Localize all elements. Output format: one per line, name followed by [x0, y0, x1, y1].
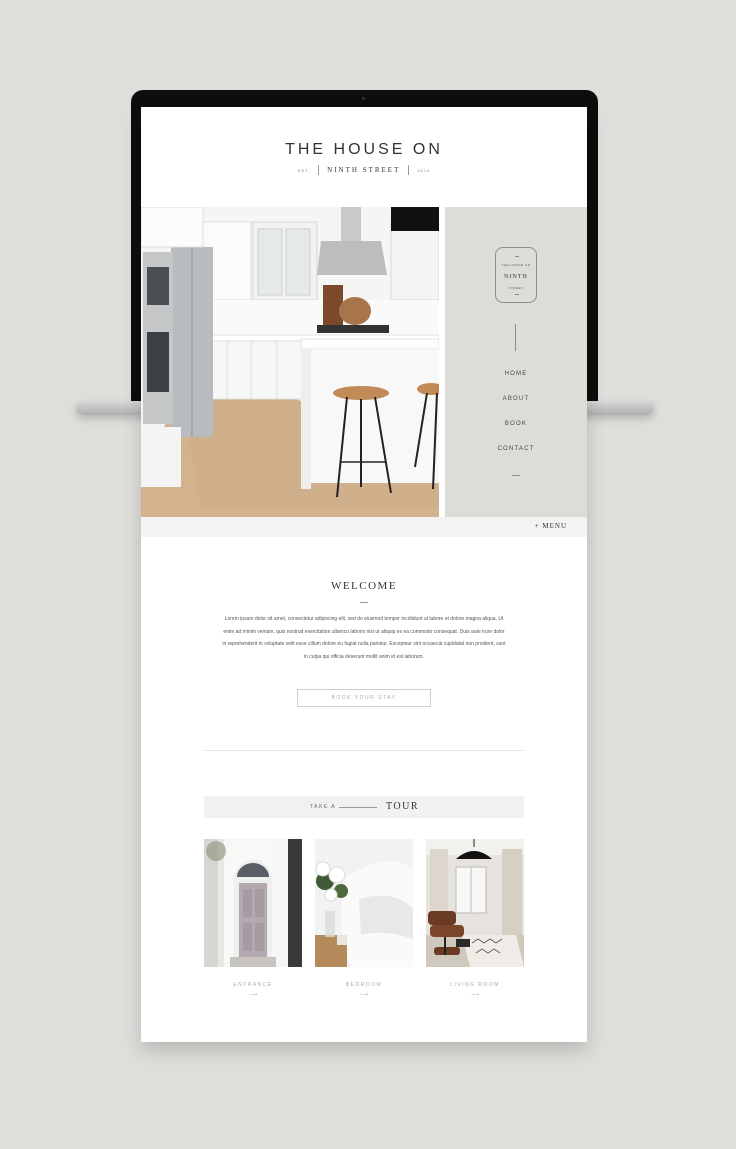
website-page: THE HOUSE ON EST. NINTH STREET 2014 THE …: [141, 107, 587, 1042]
welcome-heading: WELCOME: [330, 580, 398, 592]
living-room-image[interactable]: [426, 839, 524, 967]
tour-header-bar: TAKE A TOUR: [204, 796, 524, 818]
logo-badge[interactable]: THE HOUSE ON NINTH STREET: [495, 247, 537, 303]
divider: [318, 165, 320, 175]
badge-dash: [515, 256, 519, 257]
tour-card-bedroom[interactable]: BEDROOM ⟶: [315, 839, 413, 999]
welcome-body-text: Lorem ipsum dolor sit amet, consectetur …: [222, 616, 506, 660]
badge-top-text: THE HOUSE ON: [501, 263, 531, 267]
site-title[interactable]: THE HOUSE ON: [141, 141, 587, 159]
badge-bottom-text: STREET: [508, 286, 524, 290]
nav-item-book[interactable]: BOOK: [445, 421, 587, 427]
tour-title: TOUR: [386, 801, 420, 812]
arrow-right-icon: ⟶: [470, 992, 480, 998]
divider: [408, 165, 410, 175]
bedroom-image[interactable]: [315, 839, 413, 967]
section-divider: [204, 750, 524, 751]
vertical-divider: [515, 324, 516, 351]
card-label-entrance: ENTRANCE: [233, 982, 273, 988]
laptop-camera: [362, 97, 365, 100]
panel-dash: [512, 475, 520, 476]
badge-dash: [515, 294, 519, 295]
book-your-stay-button[interactable]: BOOK YOUR STAY: [297, 689, 431, 707]
est-year: 2014: [417, 167, 431, 173]
menu-toggle-button[interactable]: + MENU: [535, 522, 567, 530]
card-label-bedroom: BEDROOM: [345, 982, 383, 988]
nav-item-home[interactable]: HOME: [445, 371, 587, 377]
tour-card-entrance[interactable]: ENTRANCE ⟶: [204, 839, 302, 999]
est-label: EST.: [297, 167, 311, 173]
tour-card-living-room[interactable]: LIVING ROOM ⟶: [426, 839, 524, 999]
nav-item-about[interactable]: ABOUT: [445, 396, 587, 402]
arrow-right-icon: ⟶: [359, 992, 369, 998]
tour-prefix: TAKE A: [310, 804, 337, 810]
entrance-image[interactable]: [204, 839, 302, 967]
hero-kitchen-image: [141, 207, 439, 517]
side-navigation-panel: THE HOUSE ON NINTH STREET HOME ABOUT BOO…: [445, 207, 587, 517]
nav-item-contact[interactable]: CONTACT: [445, 446, 587, 452]
menu-bar: + MENU: [141, 517, 587, 537]
badge-main-text: NINTH: [504, 274, 528, 280]
tour-line: [339, 807, 377, 808]
welcome-dash: [360, 602, 368, 603]
site-subtitle: NINTH STREET: [327, 166, 401, 174]
arrow-right-icon: ⟶: [248, 992, 258, 998]
site-subtitle-row: EST. NINTH STREET 2014: [141, 165, 587, 175]
card-label-living-room: LIVING ROOM: [450, 982, 500, 988]
